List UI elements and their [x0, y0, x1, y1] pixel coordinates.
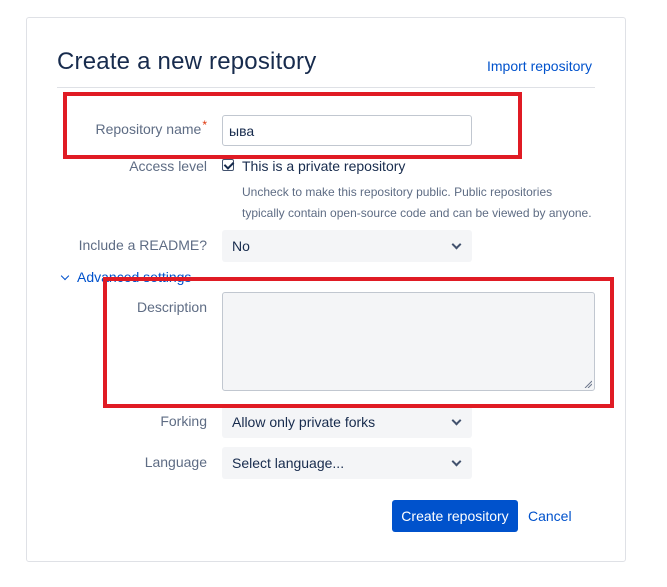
create-repository-button[interactable]: Create repository [392, 500, 518, 532]
include-readme-value: No [232, 238, 250, 254]
access-level-help-text: Uncheck to make this repository public. … [242, 182, 602, 224]
import-repository-link[interactable]: Import repository [487, 58, 592, 74]
repository-name-label-text: Repository name [95, 121, 202, 137]
access-level-help-line-1: Uncheck to make this repository public. … [242, 185, 553, 199]
chevron-down-icon [451, 456, 462, 466]
language-value: Select language... [232, 455, 345, 471]
forking-label: Forking [160, 413, 207, 429]
access-level-help-line-2: typically contain open-source code and c… [242, 206, 592, 220]
description-textarea[interactable] [222, 292, 595, 391]
forking-select[interactable]: Allow only private forks [222, 406, 472, 438]
required-marker: * [202, 118, 207, 132]
advanced-settings-toggle[interactable]: Advanced settings [60, 269, 192, 285]
language-select[interactable]: Select language... [222, 447, 472, 479]
repository-name-input[interactable] [222, 115, 472, 146]
include-readme-label: Include a README? [78, 237, 207, 253]
repository-name-label: Repository name* [57, 118, 208, 137]
advanced-settings-label: Advanced settings [77, 269, 192, 285]
chevron-down-icon [451, 415, 462, 425]
private-repository-checkbox-label[interactable]: This is a private repository [242, 158, 405, 174]
private-repository-checkbox[interactable] [222, 159, 234, 171]
description-label: Description [136, 299, 207, 315]
language-label: Language [144, 454, 207, 470]
header-divider [57, 87, 595, 88]
access-level-label: Access level [129, 158, 207, 174]
chevron-down-icon [451, 239, 462, 249]
page-title: Create a new repository [57, 48, 317, 75]
forking-value: Allow only private forks [232, 414, 376, 430]
resize-grip-icon[interactable] [584, 380, 592, 388]
repository-form-card [26, 17, 626, 562]
include-readme-select[interactable]: No [222, 230, 472, 262]
chevron-down-icon [60, 271, 70, 281]
cancel-link[interactable]: Cancel [528, 508, 572, 524]
